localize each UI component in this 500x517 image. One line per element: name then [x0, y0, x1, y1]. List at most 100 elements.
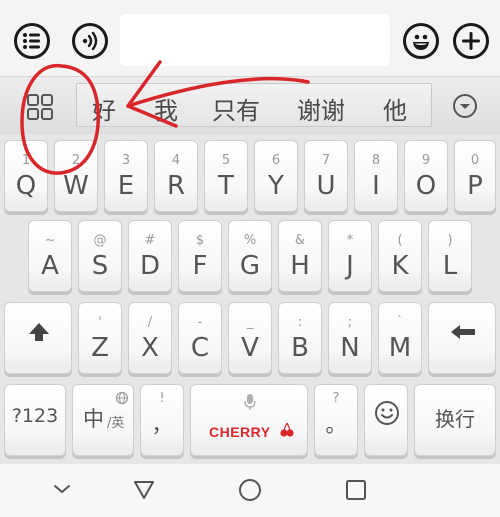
key-l[interactable]: ) L: [428, 220, 472, 292]
voice-button[interactable]: [72, 23, 108, 59]
keyboard: 1Q 2W 3E 4R 5T 6Y 7U 8I 9O 0P ~ A @ S # D $…: [0, 134, 500, 464]
key-hint: 4: [171, 153, 181, 168]
key-p[interactable]: 0P: [454, 140, 496, 212]
key-label: F: [192, 251, 208, 281]
key-e[interactable]: 3E: [104, 140, 148, 212]
key-label: O: [415, 171, 437, 201]
key-label: V: [241, 333, 259, 363]
candidate-1[interactable]: 好: [92, 91, 116, 126]
numbers-key[interactable]: ?123: [4, 384, 66, 456]
key-a[interactable]: ~ A: [28, 220, 72, 292]
list-button[interactable]: [14, 23, 50, 59]
microphone-icon: [244, 394, 256, 410]
key-hint: -: [197, 315, 203, 330]
key-hint: 8: [371, 153, 381, 168]
key-label: W: [63, 171, 89, 201]
key-hint: ): [447, 233, 453, 248]
cherry-fruit-icon: [280, 422, 294, 437]
key-y[interactable]: 6Y: [254, 140, 298, 212]
candidate-3[interactable]: 只有: [212, 91, 260, 126]
key-hint: :: [297, 315, 303, 330]
key-label: U: [316, 171, 336, 201]
key-hint: 6: [271, 153, 281, 168]
key-d[interactable]: # D: [128, 220, 172, 292]
key-s[interactable]: @ S: [78, 220, 122, 292]
key-o[interactable]: 9O: [404, 140, 448, 212]
key-b[interactable]: :B: [278, 302, 322, 374]
key-r[interactable]: 4R: [154, 140, 198, 212]
key-label: N: [340, 333, 360, 363]
plus-icon: [462, 32, 480, 50]
circle-home-icon[interactable]: [238, 478, 262, 502]
grid-button[interactable]: [22, 92, 58, 122]
candidate-2[interactable]: 我: [154, 91, 178, 126]
key-w[interactable]: 2W: [54, 140, 98, 212]
candidate-bar: 好 我 只有 谢谢 他: [0, 76, 500, 134]
key-hint: ': [98, 315, 102, 330]
key-label: J: [346, 251, 354, 281]
key-x[interactable]: / X: [128, 302, 172, 374]
key-label: Y: [268, 171, 284, 201]
key-label: I: [372, 171, 380, 201]
key-label: H: [290, 251, 310, 281]
key-z[interactable]: ' Z: [78, 302, 122, 374]
key-label: S: [91, 251, 109, 281]
key-v[interactable]: _ V: [228, 302, 272, 374]
key-h[interactable]: & H: [278, 220, 322, 292]
key-label: 换行: [435, 407, 475, 431]
key-c[interactable]: -C: [178, 302, 222, 374]
triangle-back-icon[interactable]: [132, 478, 156, 502]
key-hint: 9: [421, 153, 431, 168]
key-label: K: [391, 251, 409, 281]
key-hint: #: [144, 233, 156, 248]
key-label: A: [41, 251, 59, 281]
shift-key[interactable]: [4, 302, 72, 374]
key-hint: ~: [44, 233, 56, 248]
key-label: ?123: [11, 405, 59, 427]
language-switch-key[interactable]: 中 /英: [72, 384, 134, 456]
key-label: D: [139, 251, 161, 281]
key-hint: _: [246, 315, 254, 330]
key-label: Q: [15, 171, 37, 201]
add-button[interactable]: [453, 23, 489, 59]
key-f[interactable]: $ F: [178, 220, 222, 292]
key-label: C: [190, 333, 210, 363]
emoji-button[interactable]: [403, 23, 439, 59]
key-label: E: [117, 171, 135, 201]
enter-key[interactable]: 换行: [414, 384, 496, 456]
key-label: G: [239, 251, 261, 281]
cherry-logo-text: CHERRY: [209, 424, 271, 440]
square-recents-icon[interactable]: [344, 478, 368, 502]
key-j[interactable]: * J: [328, 220, 372, 292]
backspace-key[interactable]: [428, 302, 496, 374]
candidate-4[interactable]: 谢谢: [297, 91, 345, 126]
key-k[interactable]: (K: [378, 220, 422, 292]
key-label: ，: [151, 413, 173, 437]
key-u[interactable]: 7U: [304, 140, 348, 212]
key-m[interactable]: ` M: [378, 302, 422, 374]
key-n[interactable]: ; N: [328, 302, 372, 374]
emoji-key[interactable]: [364, 384, 408, 456]
key-i[interactable]: 8I: [354, 140, 398, 212]
voice-waves-icon: [82, 31, 98, 51]
grid-icon: [27, 94, 53, 120]
space-key[interactable]: CHERRY: [190, 384, 308, 456]
candidate-5[interactable]: 他: [383, 91, 407, 126]
key-hint: $: [195, 233, 205, 248]
key-label: L: [442, 251, 458, 281]
key-hint: *: [346, 233, 354, 248]
system-nav-bar: [0, 464, 500, 517]
expand-candidates-button[interactable]: [451, 92, 479, 120]
shift-up-arrow-icon: [29, 323, 49, 341]
chevron-down-icon[interactable]: [52, 482, 72, 496]
key-hint: 3: [121, 153, 131, 168]
key-q[interactable]: 1Q: [4, 140, 48, 212]
key-g[interactable]: % G: [228, 220, 272, 292]
key-label: 中: [83, 407, 104, 431]
period-key[interactable]: ? 。: [314, 384, 358, 456]
key-label: B: [291, 333, 309, 363]
key-t[interactable]: 5T: [204, 140, 248, 212]
comma-key[interactable]: ! ，: [140, 384, 184, 456]
message-input[interactable]: [120, 14, 390, 66]
key-sublabel: /英: [107, 416, 125, 431]
